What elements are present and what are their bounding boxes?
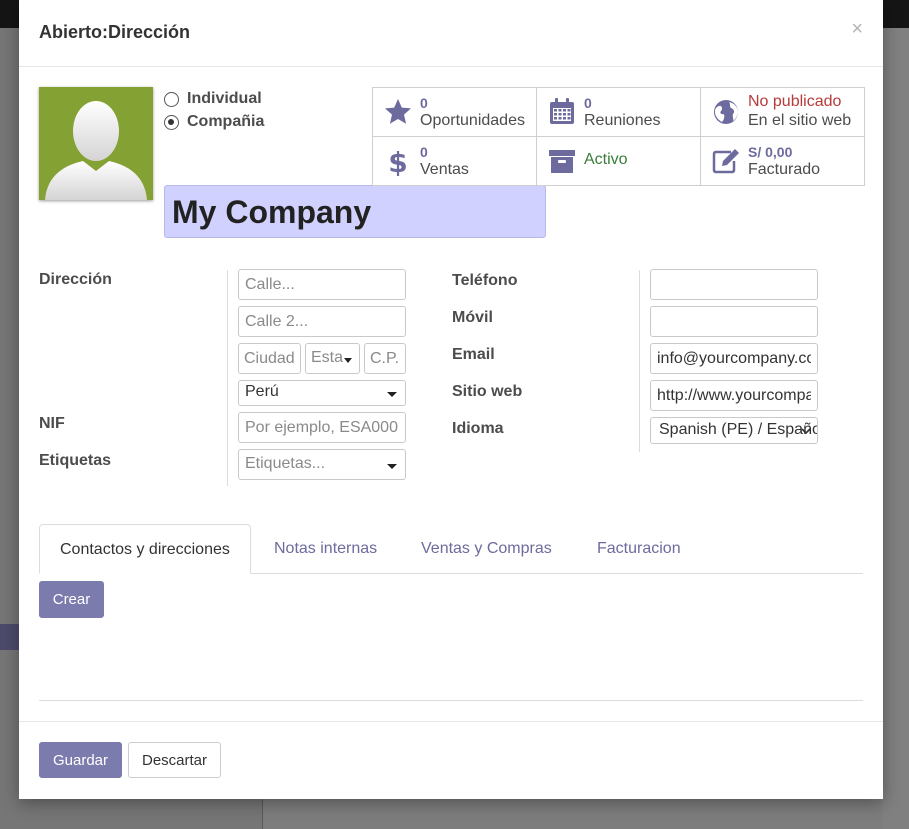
company-avatar[interactable] [39, 87, 153, 200]
invoiced-button[interactable]: S/ 0,00 Facturado [701, 137, 865, 186]
company-name-input[interactable]: My Company [164, 185, 546, 238]
website-publish-button[interactable]: No publicado En el sitio web [701, 88, 865, 137]
active-toggle-button[interactable]: Activo [537, 137, 701, 186]
street2-input[interactable] [238, 306, 406, 337]
save-button[interactable]: Guardar [39, 742, 122, 778]
tab-contacts-addresses[interactable]: Contactos y direcciones [39, 524, 251, 574]
dollar-icon: $ [388, 146, 407, 176]
radio-individual[interactable]: Individual [164, 90, 262, 108]
chevron-down-icon [801, 428, 811, 435]
radio-company[interactable]: Compañia [164, 113, 264, 131]
radio-company-label: Compañia [187, 113, 265, 130]
calendar-icon [550, 98, 574, 124]
state-select[interactable]: Esta [305, 343, 360, 374]
vat-input[interactable] [238, 412, 406, 443]
invoiced-amount: S/ 0,00 [748, 144, 793, 160]
sales-label: Ventas [420, 161, 469, 178]
modal-title: Abierto:Dirección [39, 22, 191, 42]
address-dialog: Abierto:Dirección × Individual Compañia … [19, 0, 883, 799]
tab-invoicing[interactable]: Facturacion [577, 524, 701, 574]
create-contact-button[interactable]: Crear [39, 581, 104, 618]
opportunities-label: Oportunidades [420, 112, 525, 129]
mobile-label: Móvil [452, 309, 493, 326]
tab-content-bottom-divider [39, 700, 863, 701]
star-icon [385, 99, 411, 124]
sales-count: 0 [420, 144, 428, 160]
chevron-down-icon [387, 464, 397, 469]
sales-button[interactable]: $ 0 Ventas [373, 137, 537, 186]
meetings-count: 0 [584, 95, 592, 111]
background-divider [262, 800, 263, 829]
opportunities-button[interactable]: 0 Oportunidades [373, 88, 537, 137]
vat-label: NIF [39, 415, 65, 432]
address-label: Dirección [39, 271, 112, 288]
website-label-field: Sitio web [452, 383, 523, 400]
invoiced-label: Facturado [748, 161, 821, 178]
left-column-divider [227, 270, 228, 486]
radio-individual-circle[interactable] [164, 91, 179, 107]
globe-icon [714, 100, 738, 124]
right-column-divider [639, 270, 640, 452]
country-select-value: Perú [245, 383, 279, 400]
active-label: Activo [584, 151, 628, 168]
city-input[interactable] [238, 343, 301, 374]
discard-button[interactable]: Descartar [128, 742, 221, 778]
background-right-strip [883, 28, 909, 829]
opportunities-count: 0 [420, 95, 428, 111]
language-select-value: Spanish (PE) / Español (PE) [659, 421, 817, 438]
radio-individual-label: Individual [187, 90, 262, 107]
footer-divider [19, 721, 883, 722]
email-label: Email [452, 346, 495, 363]
website-input[interactable] [650, 380, 818, 411]
phone-input[interactable] [650, 269, 818, 300]
edit-icon [712, 149, 739, 174]
email-input[interactable] [650, 343, 818, 374]
tab-internal-notes[interactable]: Notas internas [254, 524, 397, 574]
svg-text:$: $ [388, 146, 407, 176]
chevron-down-icon [344, 358, 352, 363]
street-input[interactable] [238, 269, 406, 300]
tags-label: Etiquetas [39, 452, 112, 469]
website-label: En el sitio web [748, 112, 852, 129]
mobile-input[interactable] [650, 306, 818, 337]
chevron-down-icon [387, 392, 397, 397]
country-select[interactable]: Perú [238, 380, 406, 406]
smart-buttons: 0 Oportunidades 0 Reuniones No publicado… [372, 87, 865, 186]
website-status: No publicado [748, 93, 842, 110]
state-select-value: Esta [311, 349, 344, 366]
language-select[interactable]: Spanish (PE) / Español (PE) [650, 417, 818, 444]
modal-header: Abierto:Dirección × [19, 0, 883, 67]
language-label: Idioma [452, 420, 504, 437]
tags-select-value: Etiquetas... [245, 455, 326, 472]
archive-icon [549, 150, 575, 173]
phone-label: Teléfono [452, 272, 518, 289]
zip-input[interactable] [364, 343, 406, 374]
tags-select[interactable]: Etiquetas... [238, 449, 406, 480]
radio-company-circle[interactable] [164, 114, 179, 130]
meetings-button[interactable]: 0 Reuniones [537, 88, 701, 137]
person-placeholder-icon [45, 101, 147, 200]
close-icon[interactable]: × [851, 18, 863, 41]
meetings-label: Reuniones [584, 112, 661, 129]
background-selected-item [0, 624, 20, 650]
tab-sales-purchases[interactable]: Ventas y Compras [401, 524, 572, 574]
